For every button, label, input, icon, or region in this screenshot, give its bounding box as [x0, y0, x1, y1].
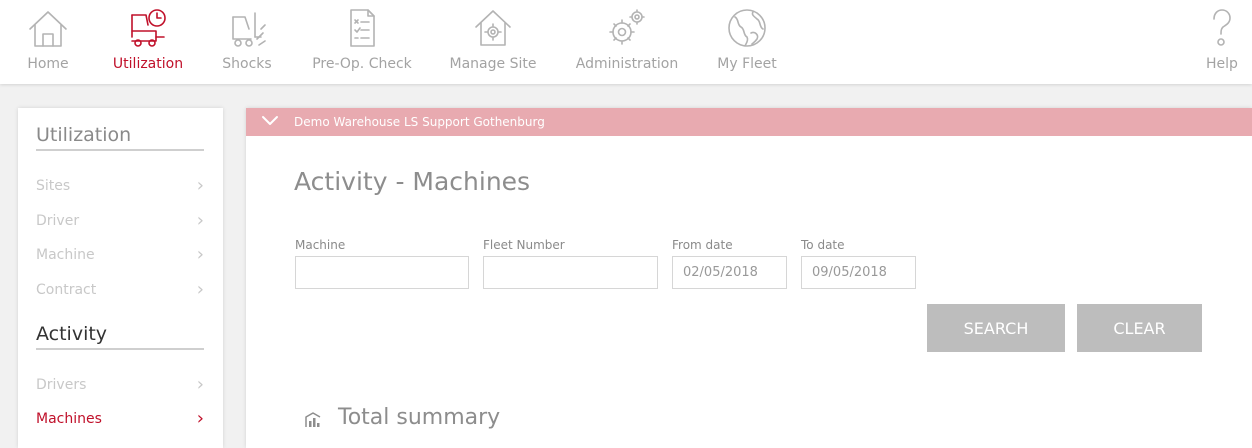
nav-item-label: Administration — [575, 56, 679, 72]
sidebar-section-utilization: Utilization — [36, 124, 204, 151]
summary-chart-icon — [305, 412, 321, 427]
sidebar: Utilization Sites › Driver › Machine › C… — [18, 108, 223, 448]
sidebar-item-machine[interactable]: Machine › — [36, 244, 204, 269]
globe-icon — [728, 9, 766, 47]
sidebar-section-activity: Activity — [36, 323, 204, 350]
sidebar-item-drivers[interactable]: Drivers › — [36, 374, 204, 399]
chevron-right-icon: › — [196, 210, 204, 231]
total-summary-title: Total summary — [338, 405, 501, 430]
top-navigation: Home Utilization Shocks Pre-Op. Check Ma… — [0, 0, 1252, 84]
chevron-right-icon: › — [196, 374, 204, 395]
nav-item-shocks[interactable]: Shocks — [218, 0, 276, 84]
nav-item-home[interactable]: Home — [21, 0, 75, 84]
sidebar-item-label: Machines — [36, 411, 102, 427]
nav-item-manage-site[interactable]: Manage Site — [448, 0, 538, 84]
site-name: Demo Warehouse LS Support Gothenburg — [294, 115, 545, 129]
nav-item-label: Home — [27, 56, 69, 72]
nav-item-pre-op-check[interactable]: Pre-Op. Check — [312, 0, 412, 84]
forklift-shock-icon — [232, 12, 266, 47]
search-button[interactable]: SEARCH — [927, 304, 1065, 352]
chevron-right-icon: › — [196, 244, 204, 265]
home-icon — [29, 11, 67, 47]
site-selector-bar[interactable]: Demo Warehouse LS Support Gothenburg — [246, 108, 1252, 136]
nav-item-label: Utilization — [112, 56, 184, 72]
nav-item-label: Shocks — [222, 56, 272, 72]
sidebar-item-sites[interactable]: Sites › — [36, 175, 204, 200]
main-panel: Demo Warehouse LS Support Gothenburg Act… — [246, 108, 1252, 448]
nav-item-help[interactable]: Help — [1200, 0, 1244, 84]
nav-item-label: Manage Site — [449, 56, 537, 72]
from-date-input[interactable] — [672, 256, 787, 289]
house-gear-icon — [475, 10, 511, 46]
page-title: Activity - Machines — [294, 167, 531, 196]
chevron-right-icon: › — [196, 408, 204, 429]
sidebar-item-label: Sites — [36, 178, 71, 194]
sidebar-item-contract[interactable]: Contract › — [36, 279, 204, 304]
nav-item-utilization[interactable]: Utilization — [108, 0, 188, 84]
gears-icon — [609, 9, 645, 45]
help-icon — [1213, 9, 1231, 46]
clear-button[interactable]: CLEAR — [1077, 304, 1202, 352]
checklist-icon — [350, 9, 375, 47]
sidebar-item-driver[interactable]: Driver › — [36, 210, 204, 235]
fleet-number-label: Fleet Number — [483, 238, 565, 252]
machine-label: Machine — [295, 238, 346, 252]
sidebar-item-label: Contract — [36, 282, 97, 298]
to-date-label: To date — [801, 238, 845, 252]
fleet-number-input[interactable] — [483, 256, 658, 289]
machine-input[interactable] — [295, 256, 469, 289]
nav-item-label: Help — [1206, 56, 1238, 72]
chevron-right-icon: › — [196, 279, 204, 300]
forklift-clock-icon — [131, 9, 166, 47]
nav-item-label: My Fleet — [717, 56, 777, 72]
sidebar-item-label: Driver — [36, 213, 80, 229]
nav-item-administration[interactable]: Administration — [574, 0, 680, 84]
chevron-right-icon: › — [196, 175, 204, 196]
sidebar-item-label: Drivers — [36, 377, 87, 393]
nav-item-label: Pre-Op. Check — [312, 56, 412, 72]
to-date-input[interactable] — [801, 256, 916, 289]
nav-item-my-fleet[interactable]: My Fleet — [714, 0, 780, 84]
from-date-label: From date — [672, 238, 733, 252]
chevron-down-icon — [262, 116, 278, 125]
sidebar-item-label: Machine — [36, 247, 95, 263]
